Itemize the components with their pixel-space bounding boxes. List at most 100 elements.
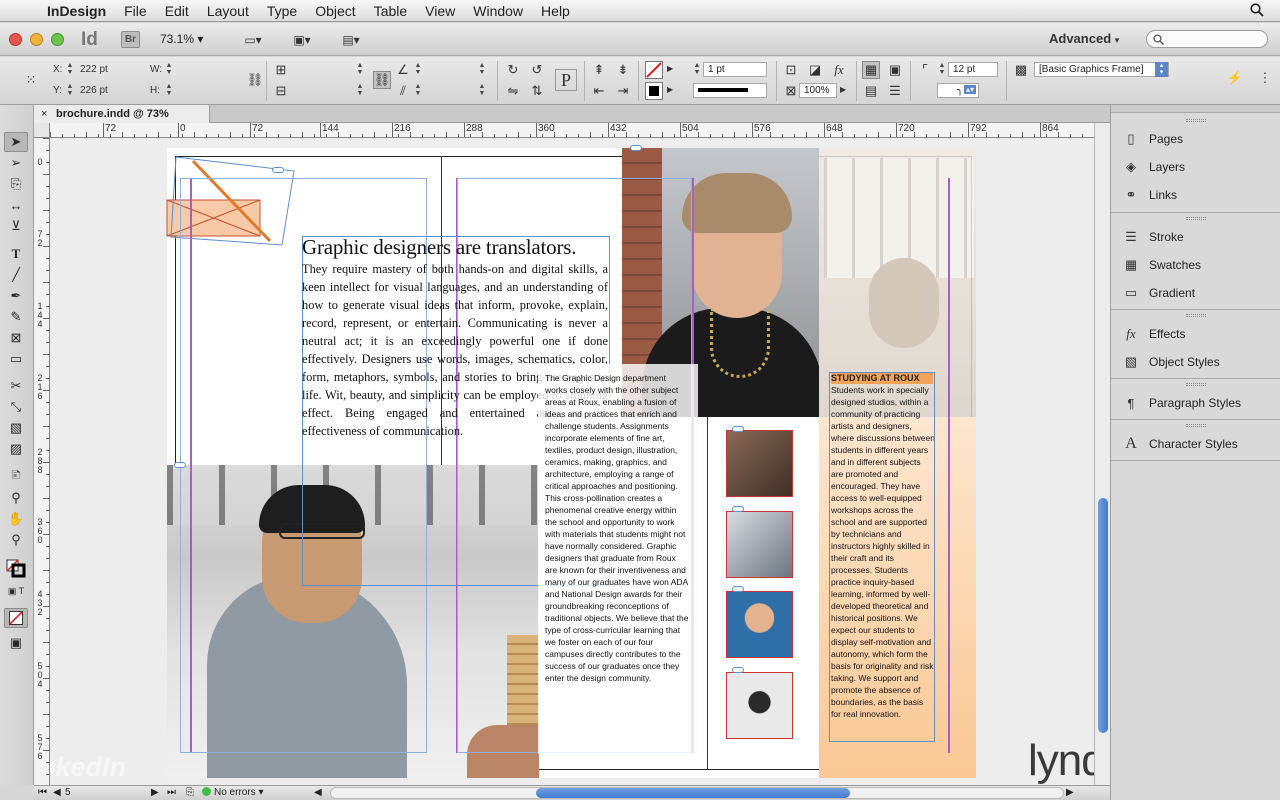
panel-dock-header[interactable] xyxy=(1111,105,1280,113)
menu-view[interactable]: View xyxy=(416,0,464,22)
menu-file[interactable]: File xyxy=(115,0,156,22)
panel-swatches[interactable]: ▦ Swatches xyxy=(1121,253,1201,277)
drop-shadow-icon[interactable]: ◪ xyxy=(806,61,824,79)
corner-shape-arrow[interactable]: ▴▾ xyxy=(964,85,977,94)
preflight-status[interactable]: No errors ▾ xyxy=(202,787,264,798)
panel-layers[interactable]: ◈ Layers xyxy=(1121,155,1185,179)
rotation-menu[interactable]: ▲ ▼ xyxy=(478,62,486,76)
rectangle-tool-icon[interactable]: ▭ xyxy=(4,349,28,369)
panel-stroke[interactable]: ☰ Stroke xyxy=(1121,225,1184,249)
fill-swatch[interactable] xyxy=(645,61,663,79)
panel-links[interactable]: ⚭ Links xyxy=(1121,183,1177,207)
vertical-ruler[interactable]: 07 21 4 42 1 62 8 83 6 04 3 25 0 45 7 6 xyxy=(34,138,50,785)
x-stepper[interactable]: ▲ ▼ xyxy=(66,62,74,76)
menu-edit[interactable]: Edit xyxy=(156,0,198,22)
stroke-menu-arrow[interactable]: ▶ xyxy=(667,85,673,94)
bridge-button[interactable]: Br xyxy=(121,31,140,48)
screen-mode-button[interactable]: ▣▾ xyxy=(285,30,319,50)
frame-handle[interactable] xyxy=(732,667,744,673)
effects-fx-icon[interactable]: fx xyxy=(830,61,848,79)
eyedropper-tool-icon[interactable]: ⚲ xyxy=(4,488,28,508)
rectangle-frame-tool-icon[interactable]: ⊠ xyxy=(4,328,28,348)
stroke-align-center-icon[interactable]: ▦ xyxy=(862,61,880,79)
hand-tool-icon[interactable]: ✋ xyxy=(4,509,28,529)
shear-stepper[interactable]: ▲ ▼ xyxy=(414,83,422,97)
zoom-tool-icon[interactable]: ⚲ xyxy=(4,530,28,550)
lightning-icon[interactable]: ⚡ xyxy=(1226,69,1244,87)
menu-app[interactable]: InDesign xyxy=(38,0,115,22)
stroke-align-inside-icon[interactable]: ▣ xyxy=(886,61,904,79)
pencil-tool-icon[interactable]: ✎ xyxy=(4,307,28,327)
zoom-window-button[interactable] xyxy=(51,33,64,46)
panel-menu-icon[interactable]: ⋮ xyxy=(1256,69,1274,87)
x-field[interactable]: 222 pt xyxy=(80,64,108,75)
opacity-field[interactable]: 100% xyxy=(799,83,837,98)
content-collector-icon[interactable]: ⊻ xyxy=(4,216,28,236)
fill-stroke-swatch-icon[interactable] xyxy=(4,558,28,578)
open-in-finder-icon[interactable]: ⎘ xyxy=(186,787,194,798)
flip-vertical-icon[interactable]: ⇅ xyxy=(528,82,546,100)
free-transform-tool-icon[interactable]: ⤡ xyxy=(4,397,28,417)
page-tool-icon[interactable]: ⎘ xyxy=(4,174,28,194)
menu-window[interactable]: Window xyxy=(464,0,532,22)
menu-table[interactable]: Table xyxy=(365,0,416,22)
arrange-documents-button[interactable]: ▤▾ xyxy=(334,30,368,50)
stroke-weight-stepper[interactable]: ▲ ▼ xyxy=(693,62,701,76)
ruler-origin[interactable] xyxy=(34,123,50,138)
vertical-scrollbar[interactable] xyxy=(1094,123,1110,785)
shear-menu[interactable]: ▲ ▼ xyxy=(478,83,486,97)
constrain-scale-icon[interactable]: ⛓ xyxy=(373,71,391,89)
frame-handle[interactable] xyxy=(732,426,744,432)
horizontal-scroll-thumb[interactable] xyxy=(536,788,850,798)
column-text[interactable]: The Graphic Design department works clos… xyxy=(545,372,690,684)
panel-paragraph-styles[interactable]: ¶ Paragraph Styles xyxy=(1121,391,1242,415)
pasteboard[interactable]: Graphic designers are translators. They … xyxy=(50,138,1094,785)
formatting-container-icon[interactable]: ▣ T xyxy=(4,581,28,601)
stroke-type-select[interactable] xyxy=(693,83,767,98)
prev-page-button[interactable]: ◀ xyxy=(53,787,61,798)
corner-options-icon[interactable]: ⌜ xyxy=(916,61,934,79)
menu-layout[interactable]: Layout xyxy=(198,0,258,22)
panel-object-styles[interactable]: ▧ Object Styles xyxy=(1121,350,1220,374)
line-tool-icon[interactable]: ╱ xyxy=(4,265,28,285)
constrain-proportions-icon[interactable]: ⛓ xyxy=(246,71,264,89)
text-wrap-icon[interactable]: ☰ xyxy=(886,82,904,100)
y-field[interactable]: 226 pt xyxy=(80,85,108,96)
fit-content-icon[interactable]: ⊡ xyxy=(782,61,800,79)
panel-gradient[interactable]: ▭ Gradient xyxy=(1121,281,1195,305)
horizontal-ruler[interactable]: 72 0 72 144 216 288 360 432 504 576 648 720 792 864 xyxy=(50,123,1094,138)
direct-selection-tool-icon[interactable]: ➢ xyxy=(4,153,28,173)
page-number-field[interactable]: 5 xyxy=(65,787,145,798)
scale-y-stepper[interactable]: ▲ ▼ xyxy=(356,83,364,97)
headline[interactable]: Graphic designers are translators. xyxy=(302,235,612,260)
stroke-swatch[interactable] xyxy=(645,82,663,100)
corner-size-stepper[interactable]: ▲ ▼ xyxy=(938,62,946,76)
rotation-stepper[interactable]: ▲ ▼ xyxy=(414,62,422,76)
thumbnail-photographer[interactable] xyxy=(726,672,793,739)
corner-size-field[interactable]: 12 pt xyxy=(948,62,998,77)
menu-object[interactable]: Object xyxy=(306,0,364,22)
panel-effects[interactable]: fx Effects xyxy=(1121,322,1185,346)
object-style-select[interactable]: [Basic Graphics Frame] ▴ ▾ xyxy=(1034,62,1169,77)
selection-tool-icon[interactable]: ➤ xyxy=(4,132,28,152)
horizontal-scrollbar[interactable] xyxy=(330,787,1064,799)
frame-handle[interactable] xyxy=(732,586,744,592)
screen-mode-tool-icon[interactable]: ▣ xyxy=(4,633,28,653)
first-page-button[interactable]: ⏮ xyxy=(38,787,47,798)
select-container-icon[interactable]: ⇞ xyxy=(590,61,608,79)
type-tool-icon[interactable]: T xyxy=(4,244,28,264)
select-next-icon[interactable]: ⇥ xyxy=(614,82,632,100)
view-options-button[interactable]: ▭▾ xyxy=(236,30,270,50)
frame-handle[interactable] xyxy=(272,167,284,173)
frame-handle[interactable] xyxy=(732,506,744,512)
rotate-ccw-icon[interactable]: ↺ xyxy=(528,61,546,79)
select-content-icon[interactable]: ⇟ xyxy=(614,61,632,79)
apply-none-icon[interactable] xyxy=(4,608,28,628)
document-tab[interactable]: × brochure.indd @ 73% xyxy=(34,105,210,123)
flip-horizontal-icon[interactable]: ⇋ xyxy=(504,82,522,100)
stroke-weight-field[interactable]: 1 pt xyxy=(703,62,767,77)
panel-character-styles[interactable]: A Character Styles xyxy=(1121,432,1237,456)
stroke-align-outside-icon[interactable]: ▤ xyxy=(862,82,880,100)
y-stepper[interactable]: ▲ ▼ xyxy=(66,83,74,97)
select-previous-icon[interactable]: ⇤ xyxy=(590,82,608,100)
